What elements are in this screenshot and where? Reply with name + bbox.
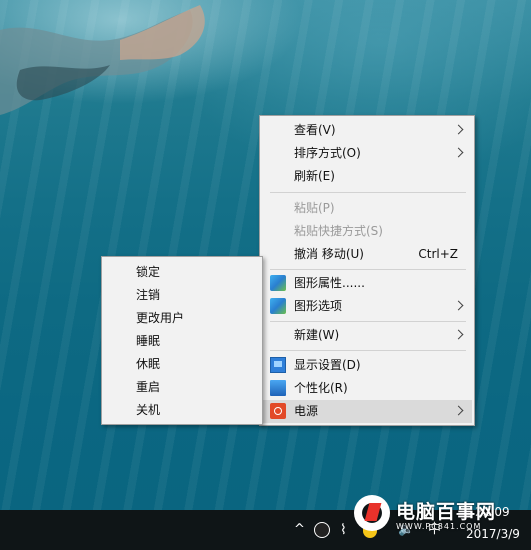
graphics-icon <box>270 275 286 291</box>
power-item-sign-out[interactable]: 注销 <box>104 284 260 307</box>
menu-item-label: 排序方式(O) <box>294 146 361 160</box>
power-item-restart[interactable]: 重启 <box>104 376 260 399</box>
submenu-item-label: 睡眠 <box>136 334 161 348</box>
menu-item-label: 新建(W) <box>294 328 340 342</box>
show-hidden-icons-button[interactable]: ^ <box>294 510 305 550</box>
power-item-sleep[interactable]: 睡眠 <box>104 330 260 353</box>
menu-item-graphics-options[interactable]: 图形选项 <box>262 295 472 318</box>
menu-item-graphics-properties[interactable]: 图形属性...... <box>262 272 472 295</box>
display-icon <box>270 357 286 373</box>
menu-item-personalize[interactable]: 个性化(R) <box>262 377 472 400</box>
menu-separator <box>270 269 466 270</box>
menu-item-label: 粘贴(P) <box>294 201 335 215</box>
wifi-icon[interactable]: ⌇ <box>340 510 347 550</box>
chevron-right-icon <box>453 405 464 416</box>
menu-item-label: 图形选项 <box>294 299 343 313</box>
desktop-context-menu: 查看(V) 排序方式(O) 刷新(E) 粘贴(P) 粘贴快捷方式(S) 撤消 移… <box>259 115 475 426</box>
brand-logo-icon <box>354 495 390 531</box>
chevron-right-icon <box>453 300 464 311</box>
power-item-lock[interactable]: 锁定 <box>104 261 260 284</box>
power-icon <box>270 403 286 419</box>
submenu-item-label: 注销 <box>136 288 161 302</box>
menu-item-view[interactable]: 查看(V) <box>262 119 472 142</box>
submenu-item-label: 关机 <box>136 403 161 417</box>
menu-item-label: 电源 <box>294 404 319 418</box>
menu-item-label: 刷新(E) <box>294 169 335 183</box>
brand-url: WWW.PC841.COM <box>396 522 482 531</box>
submenu-item-label: 更改用户 <box>136 311 185 325</box>
menu-item-new[interactable]: 新建(W) <box>262 324 472 347</box>
brand-name: 电脑百事网 <box>396 501 497 523</box>
chevron-right-icon <box>453 329 464 340</box>
power-item-switch-user[interactable]: 更改用户 <box>104 307 260 330</box>
chevron-right-icon <box>453 147 464 158</box>
submenu-item-label: 重启 <box>136 380 161 394</box>
graphics-icon <box>270 298 286 314</box>
menu-item-paste-shortcut[interactable]: 粘贴快捷方式(S) <box>262 220 472 243</box>
menu-separator <box>270 350 466 351</box>
power-submenu: 锁定 注销 更改用户 睡眠 休眠 重启 关机 <box>101 256 263 425</box>
menu-item-paste[interactable]: 粘贴(P) <box>262 197 472 220</box>
menu-item-label: 撤消 移动(U) <box>294 247 364 261</box>
menu-item-display-settings[interactable]: 显示设置(D) <box>262 354 472 377</box>
menu-item-label: 个性化(R) <box>294 381 348 395</box>
chevron-right-icon <box>453 124 464 135</box>
menu-item-label: 粘贴快捷方式(S) <box>294 224 383 238</box>
menu-item-undo-move[interactable]: 撤消 移动(U) Ctrl+Z <box>262 243 472 266</box>
menu-item-shortcut: Ctrl+Z <box>418 247 458 261</box>
menu-separator <box>270 192 466 193</box>
power-item-hibernate[interactable]: 休眠 <box>104 353 260 376</box>
mermaid-tail-image <box>0 5 205 115</box>
power-item-shut-down[interactable]: 关机 <box>104 399 260 422</box>
menu-item-label: 查看(V) <box>294 123 336 137</box>
menu-item-power[interactable]: 电源 <box>262 400 472 423</box>
personalize-icon <box>270 380 286 396</box>
menu-item-sort-by[interactable]: 排序方式(O) <box>262 142 472 165</box>
submenu-item-label: 锁定 <box>136 265 161 279</box>
menu-item-label: 图形属性...... <box>294 276 365 290</box>
brand-watermark: 电脑百事网 WWW.PC841.COM <box>350 493 531 550</box>
submenu-item-label: 休眠 <box>136 357 161 371</box>
menu-item-refresh[interactable]: 刷新(E) <box>262 165 472 188</box>
menu-separator <box>270 321 466 322</box>
qq-icon[interactable] <box>314 522 330 538</box>
menu-item-label: 显示设置(D) <box>294 358 361 372</box>
